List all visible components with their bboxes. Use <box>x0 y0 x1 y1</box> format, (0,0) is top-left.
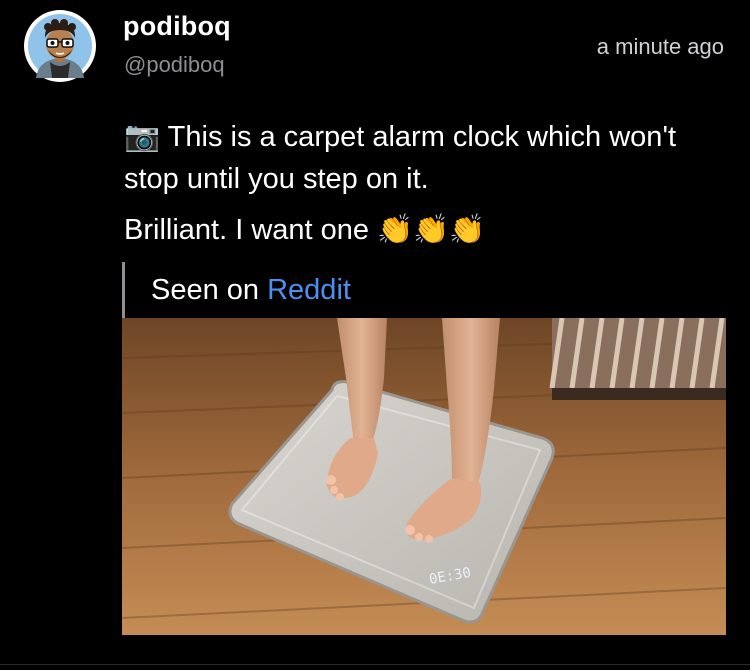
avatar[interactable] <box>24 10 96 82</box>
source-link-reddit[interactable]: Reddit <box>267 274 351 306</box>
post-card: podiboq @podiboq a minute ago 📷 This is … <box>0 0 750 670</box>
carpet-alarm-photo: 0E:30 <box>122 318 726 635</box>
avatar-illustration-icon <box>28 14 92 78</box>
post-media-image[interactable]: 0E:30 <box>122 318 726 635</box>
post-body-line-2: Brilliant. I want one 👏👏👏 <box>124 208 724 251</box>
author-display-name[interactable]: podiboq <box>123 11 231 42</box>
post-divider <box>0 664 750 665</box>
source-attribution: Seen on Reddit <box>122 262 726 318</box>
author-handle[interactable]: @podiboq <box>124 52 225 78</box>
post-body-text-1: This is a carpet alarm clock which won't… <box>124 121 677 195</box>
camera-emoji-icon: 📷 <box>124 119 161 153</box>
clapping-hands-emoji-icon: 👏👏👏 <box>377 212 486 246</box>
post-body-text-2: Brilliant. I want one <box>124 214 370 246</box>
source-prefix: Seen on <box>151 274 260 306</box>
post-body: 📷 This is a carpet alarm clock which won… <box>124 115 724 251</box>
post-timestamp: a minute ago <box>596 34 724 59</box>
post-body-line-1: 📷 This is a carpet alarm clock which won… <box>124 115 724 200</box>
